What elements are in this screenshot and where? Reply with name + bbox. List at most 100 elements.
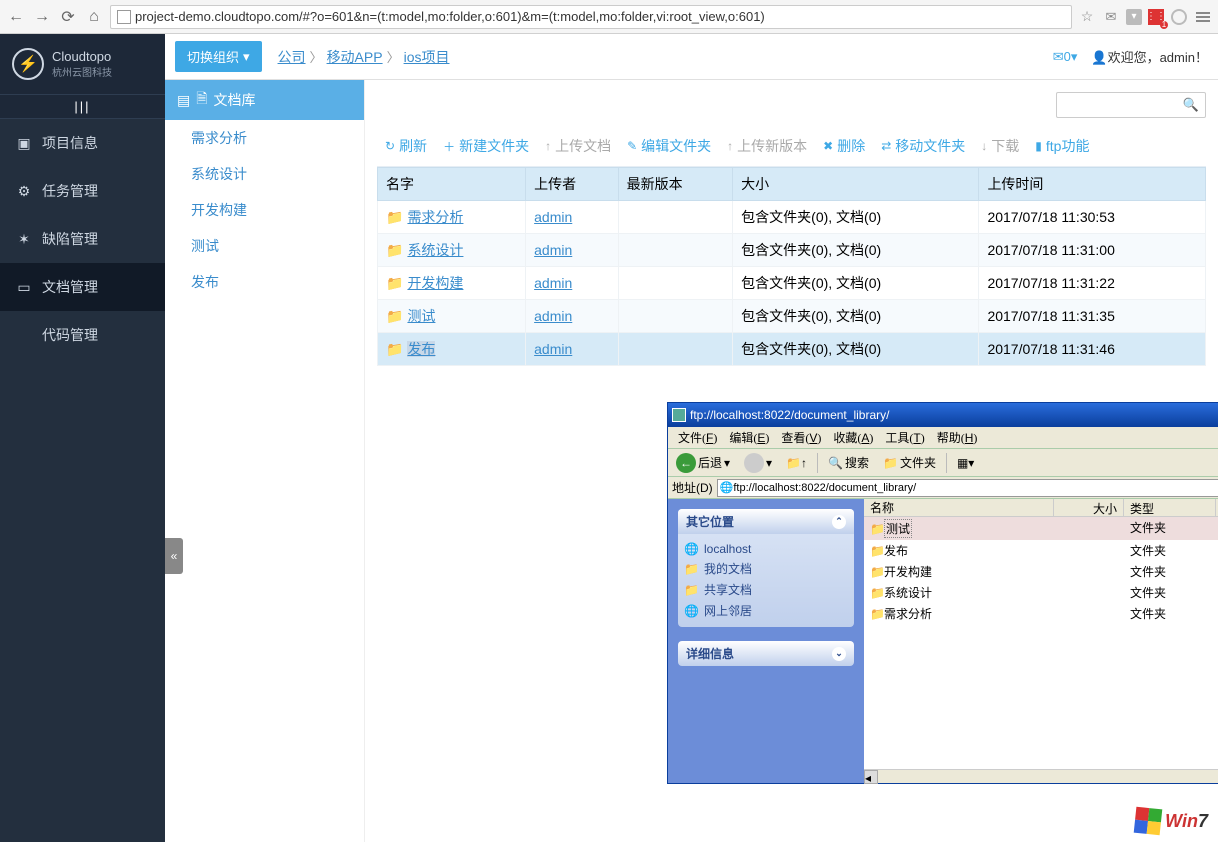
tool-icon: ↑ (727, 139, 733, 153)
nav-item-0[interactable]: ▣项目信息 (0, 119, 165, 167)
panel-collapse-button[interactable]: « (165, 538, 183, 574)
folder-icon: 📁 (386, 341, 403, 357)
col-header[interactable]: 大小 (733, 168, 979, 201)
table-row[interactable]: 📁系统设计admin包含文件夹(0), 文档(0)2017/07/18 11:3… (378, 234, 1206, 267)
uploader-link[interactable]: admin (534, 242, 572, 258)
place-link[interactable]: 📁我的文档 (684, 558, 848, 579)
forward-button[interactable]: → (32, 7, 52, 27)
folders-tool[interactable]: 📁文件夹 (879, 454, 940, 471)
nav-item-3[interactable]: ▭文档管理 (0, 263, 165, 311)
tool-上传新版本[interactable]: ↑上传新版本 (719, 130, 815, 162)
col-header[interactable]: 名字 (378, 168, 526, 201)
folder-name-link[interactable]: 系统设计 (407, 242, 463, 258)
folder-name-link[interactable]: 开发构建 (407, 275, 463, 291)
place-link[interactable]: 📁共享文档 (684, 579, 848, 600)
main: 切换组织▾ 公司〉移动APP〉ios项目 ✉0▾ 👤欢迎您，admin！ ▤🗎文… (165, 34, 1218, 842)
tool-ftp功能[interactable]: ▮ftp功能 (1027, 130, 1097, 162)
search-input[interactable]: 🔍 (1056, 92, 1206, 118)
forward-tool[interactable]: ▾ (740, 453, 776, 473)
table-row[interactable]: 📁测试admin包含文件夹(0), 文档(0)2017/07/18 11:31:… (378, 300, 1206, 333)
col-header[interactable]: 上传者 (526, 168, 619, 201)
tool-移动文件夹[interactable]: ⇄移动文件夹 (873, 130, 973, 162)
browser-menu-icon[interactable] (1194, 8, 1212, 26)
file-col-header[interactable]: 类型 (1124, 499, 1216, 516)
org-switch-button[interactable]: 切换组织▾ (175, 41, 262, 72)
uploader-link[interactable]: admin (534, 209, 572, 225)
window-titlebar[interactable]: ftp://localhost:8022/document_library/ _… (668, 403, 1218, 427)
tree-item-1[interactable]: 系统设计 (165, 156, 364, 192)
message-badge[interactable]: ✉0▾ (1053, 49, 1078, 65)
doc-tree-header[interactable]: ▤🗎文档库 (165, 80, 364, 120)
tool-新建文件夹[interactable]: ＋新建文件夹 (435, 130, 537, 162)
table-row[interactable]: 📁开发构建admin包含文件夹(0), 文档(0)2017/07/18 11:3… (378, 267, 1206, 300)
search-tool[interactable]: 🔍搜索 (824, 454, 873, 471)
tree-item-4[interactable]: 发布 (165, 264, 364, 300)
place-link[interactable]: 🌐网上邻居 (684, 600, 848, 621)
folder-name-link[interactable]: 发布 (407, 341, 435, 357)
other-places-header[interactable]: 其它位置⌃ (678, 509, 854, 534)
file-col-header[interactable]: 名称 (864, 499, 1054, 516)
search-icon: 🔍 (1183, 97, 1199, 113)
uploader-link[interactable]: admin (534, 341, 572, 357)
nav-label: 代码管理 (42, 325, 98, 345)
tool-上传文档[interactable]: ↑上传文档 (537, 130, 619, 162)
url-bar[interactable]: project-demo.cloudtopo.com/#?o=601&n=(t:… (110, 5, 1072, 29)
menu-item[interactable]: 编辑(E) (723, 429, 775, 446)
file-row[interactable]: 📁开发构建文件夹1970-1-1 0:00 (864, 561, 1218, 582)
file-col-header[interactable]: 大小 (1054, 499, 1124, 516)
view-tool[interactable]: ▦▾ (953, 456, 978, 470)
tree-item-2[interactable]: 开发构建 (165, 192, 364, 228)
up-tool[interactable]: 📁↑ (782, 456, 811, 470)
file-row[interactable]: 📁系统设计文件夹1970-1-1 0:00 (864, 582, 1218, 603)
file-row[interactable]: 📁测试文件夹1970-1-1 0:00 (864, 517, 1218, 540)
place-icon: 📁 (684, 562, 698, 576)
back-tool[interactable]: ←后退▾ (672, 453, 734, 473)
bookmark-icon[interactable]: ☆ (1078, 8, 1096, 26)
breadcrumb-link[interactable]: 公司 (278, 49, 306, 65)
red-ext-icon[interactable]: ⋮⋮ (1148, 9, 1164, 25)
file-icon: 🗎 (196, 88, 207, 112)
grey-ext-icon[interactable] (1170, 8, 1188, 26)
place-link[interactable]: 🌐localhost (684, 540, 848, 558)
uploader-link[interactable]: admin (534, 308, 572, 324)
tool-删除[interactable]: ✖删除 (815, 130, 873, 162)
sidebar-collapse[interactable]: ||| (0, 95, 165, 119)
folder-name-link[interactable]: 需求分析 (407, 209, 463, 225)
tool-刷新[interactable]: ↻刷新 (377, 130, 435, 162)
pocket-ext-icon[interactable]: ▾ (1126, 9, 1142, 25)
tool-icon: ↑ (545, 139, 551, 153)
menu-item[interactable]: 收藏(A) (827, 429, 879, 446)
table-row[interactable]: 📁需求分析admin包含文件夹(0), 文档(0)2017/07/18 11:3… (378, 201, 1206, 234)
folder-icon: 📁 (870, 544, 884, 558)
details-header[interactable]: 详细信息⌄ (678, 641, 854, 666)
tool-icon: ↓ (981, 139, 987, 153)
tool-下载[interactable]: ↓下载 (973, 130, 1027, 162)
folder-name-link[interactable]: 测试 (407, 308, 435, 324)
horizontal-scrollbar[interactable]: ◂ ▸ (864, 769, 1218, 783)
col-header[interactable]: 最新版本 (618, 168, 733, 201)
address-field[interactable]: 🌐ftp://localhost:8022/document_library/▾ (717, 479, 1218, 497)
menu-item[interactable]: 工具(T) (879, 429, 930, 446)
reload-button[interactable]: ⟳ (58, 7, 78, 27)
file-row[interactable]: 📁发布文件夹1970-1-1 0:00 (864, 540, 1218, 561)
breadcrumb-link[interactable]: 移动APP (327, 49, 383, 65)
brand-logo[interactable]: ⚡ Cloudtopo 杭州云图科技 (0, 34, 165, 95)
tool-编辑文件夹[interactable]: ✎编辑文件夹 (619, 130, 719, 162)
file-row[interactable]: 📁需求分析文件夹1970-1-1 0:00 (864, 603, 1218, 624)
breadcrumb-link[interactable]: ios项目 (404, 49, 450, 65)
tree-item-3[interactable]: 测试 (165, 228, 364, 264)
tree-item-0[interactable]: 需求分析 (165, 120, 364, 156)
nav-item-1[interactable]: ⚙任务管理 (0, 167, 165, 215)
uploader-link[interactable]: admin (534, 275, 572, 291)
back-button[interactable]: ← (6, 7, 26, 27)
mail-ext-icon[interactable]: ✉ (1102, 8, 1120, 26)
menu-item[interactable]: 查看(V) (775, 429, 827, 446)
col-header[interactable]: 上传时间 (979, 168, 1206, 201)
table-row[interactable]: 📁发布admin包含文件夹(0), 文档(0)2017/07/18 11:31:… (378, 333, 1206, 366)
menu-item[interactable]: 文件(F) (672, 429, 723, 446)
nav-item-2[interactable]: ✶缺陷管理 (0, 215, 165, 263)
home-button[interactable]: ⌂ (84, 7, 104, 27)
menu-item[interactable]: 帮助(H) (931, 429, 984, 446)
nav-item-4[interactable]: 代码管理 (0, 311, 165, 359)
scroll-left-button[interactable]: ◂ (864, 770, 878, 784)
